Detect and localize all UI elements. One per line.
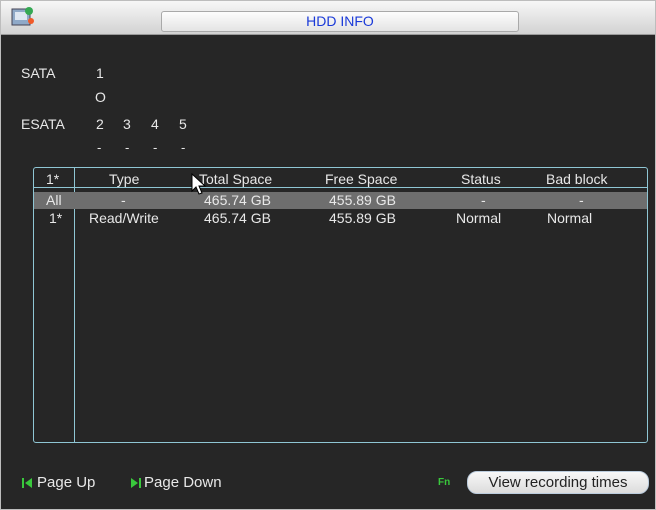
esata-label: ESATA	[21, 116, 65, 132]
mouse-pointer-icon	[191, 173, 207, 195]
column-header-index[interactable]: 1*	[46, 171, 59, 188]
esata-port-number: 4	[151, 116, 159, 132]
column-header-free-space: Free Space	[325, 171, 398, 187]
esata-port-state[interactable]: -	[125, 140, 129, 155]
column-header-bad-block: Bad block	[546, 171, 608, 187]
sata-port-number: 1	[96, 65, 104, 81]
table-cell-status: -	[481, 192, 486, 208]
esata-port-number: 2	[96, 116, 104, 132]
window-title: HDD INFO	[161, 11, 519, 32]
esata-port-number: 3	[123, 116, 131, 132]
table-cell-free-space: 455.89 GB	[329, 210, 396, 226]
column-header-type: Type	[109, 171, 140, 187]
hdd-info-window: HDD INFO SATA 1 O ESATA 2 3 4 5 - - - - …	[0, 0, 656, 510]
table-cell-free-space: 455.89 GB	[329, 192, 396, 208]
sata-port-state[interactable]: O	[95, 89, 106, 105]
view-recording-times-button[interactable]: View recording times	[467, 471, 649, 494]
sata-label: SATA	[21, 65, 56, 81]
table-cell-type: Read/Write	[89, 210, 159, 226]
table-cell-bad-block: Normal	[547, 210, 593, 226]
table-cell-index: All	[46, 192, 62, 208]
table-cell-status: Normal	[456, 210, 502, 226]
fn-key-hint: Fn	[438, 477, 451, 488]
table-cell-bad-block: -	[579, 192, 584, 208]
column-header-status: Status	[461, 171, 501, 187]
table-cell-index: 1*	[49, 210, 63, 226]
table-cell-type: -	[121, 192, 126, 208]
esata-port-state[interactable]: -	[97, 140, 101, 155]
page-down-icon	[131, 478, 141, 488]
table-cell-total-space: 465.74 GB	[204, 210, 271, 226]
column-header-total-space: Total Space	[199, 171, 273, 187]
esata-port-state[interactable]: -	[181, 140, 185, 155]
page-up-button[interactable]: Page Up	[37, 474, 95, 491]
page-down-button[interactable]: Page Down	[144, 474, 222, 491]
device-logo-icon	[11, 7, 34, 26]
page-up-icon	[22, 478, 32, 488]
table-cell-total-space: 465.74 GB	[204, 192, 271, 208]
esata-port-state[interactable]: -	[153, 140, 157, 155]
title-bar: HDD INFO	[1, 1, 655, 35]
esata-port-number: 5	[179, 116, 187, 132]
